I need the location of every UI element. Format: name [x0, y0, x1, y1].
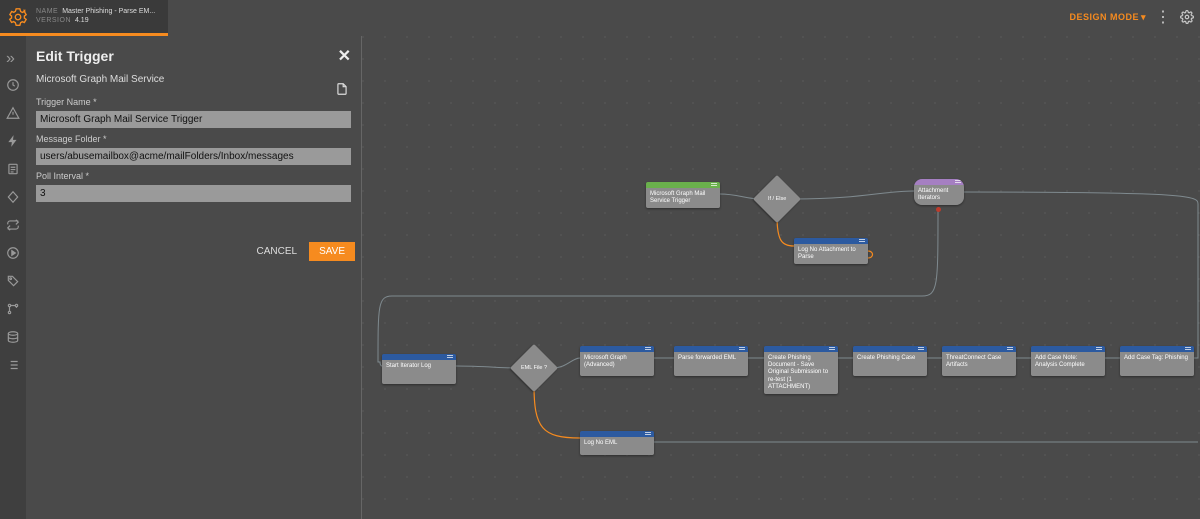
- cancel-button[interactable]: CANCEL: [248, 242, 305, 261]
- node-parse-forwarded-eml[interactable]: Parse forwarded EML: [674, 346, 748, 376]
- chevron-down-icon: ▾: [1141, 12, 1146, 23]
- left-rail: »: [0, 36, 26, 519]
- branch-icon[interactable]: [6, 302, 20, 316]
- diamond-icon[interactable]: [6, 190, 20, 204]
- poll-interval-input[interactable]: [36, 185, 351, 202]
- node-create-phishing-case[interactable]: Create Phishing Case: [853, 346, 927, 376]
- save-button[interactable]: SAVE: [309, 242, 355, 261]
- workflow-meta: NAME Master Phishing - Parse EM... VERSI…: [36, 8, 155, 25]
- notes-icon[interactable]: [6, 162, 20, 176]
- node-eml-file[interactable]: EML File ?: [510, 344, 558, 392]
- bolt-icon[interactable]: [6, 134, 20, 148]
- node-log-no-eml[interactable]: Log No EML: [580, 431, 654, 455]
- design-mode-toggle[interactable]: DESIGN MODE ▾: [1069, 12, 1146, 23]
- edit-trigger-panel: Edit Trigger ✕ Microsoft Graph Mail Serv…: [26, 36, 362, 519]
- poll-interval-label: Poll Interval *: [36, 171, 351, 181]
- node-threatconnect-case-artifacts[interactable]: ThreatConnect Case Artifacts: [942, 346, 1016, 376]
- play-icon[interactable]: [6, 246, 20, 260]
- trigger-name-input[interactable]: [36, 111, 351, 128]
- tag-icon[interactable]: [6, 274, 20, 288]
- node-create-phishing-document[interactable]: Create Phishing Document - Save Original…: [764, 346, 838, 394]
- message-folder-input[interactable]: [36, 148, 351, 165]
- trigger-name-label: Trigger Name *: [36, 97, 351, 107]
- node-add-case-note[interactable]: Add Case Note: Analysis Complete: [1031, 346, 1105, 376]
- flow-canvas[interactable]: Microsoft Graph Mail Service Trigger If …: [362, 36, 1200, 519]
- settings-gear-icon[interactable]: [1180, 10, 1194, 24]
- gear-icon: [6, 5, 30, 29]
- panel-subtitle: Microsoft Graph Mail Service: [32, 74, 355, 91]
- node-attachment-iterators[interactable]: Attachment Iterators: [914, 179, 964, 205]
- message-folder-label: Message Folder *: [36, 134, 351, 144]
- list-icon[interactable]: [6, 358, 20, 372]
- close-icon[interactable]: ✕: [338, 46, 351, 66]
- kebab-menu-icon[interactable]: ⋮: [1156, 10, 1170, 24]
- iterator-out-port[interactable]: [936, 207, 941, 212]
- warning-icon[interactable]: [6, 106, 20, 120]
- node-start-iterator-log[interactable]: Start Iterator Log: [382, 354, 456, 384]
- expand-rail-icon[interactable]: »: [6, 50, 20, 64]
- database-icon[interactable]: [6, 330, 20, 344]
- node-msgraph-advanced[interactable]: Microsoft Graph (Advanced): [580, 346, 654, 376]
- node-add-case-tag[interactable]: Add Case Tag: Phishing: [1120, 346, 1194, 376]
- panel-title: Edit Trigger: [36, 48, 114, 64]
- node-log-no-attachment[interactable]: Log No Attachment to Parse: [794, 238, 868, 264]
- clock-icon[interactable]: [6, 78, 20, 92]
- workflow-tab[interactable]: NAME Master Phishing - Parse EM... VERSI…: [0, 0, 168, 36]
- node-if-else[interactable]: If / Else: [753, 175, 801, 223]
- loop-icon[interactable]: [6, 218, 20, 232]
- node-trigger[interactable]: Microsoft Graph Mail Service Trigger: [646, 182, 720, 208]
- document-icon[interactable]: [335, 82, 349, 101]
